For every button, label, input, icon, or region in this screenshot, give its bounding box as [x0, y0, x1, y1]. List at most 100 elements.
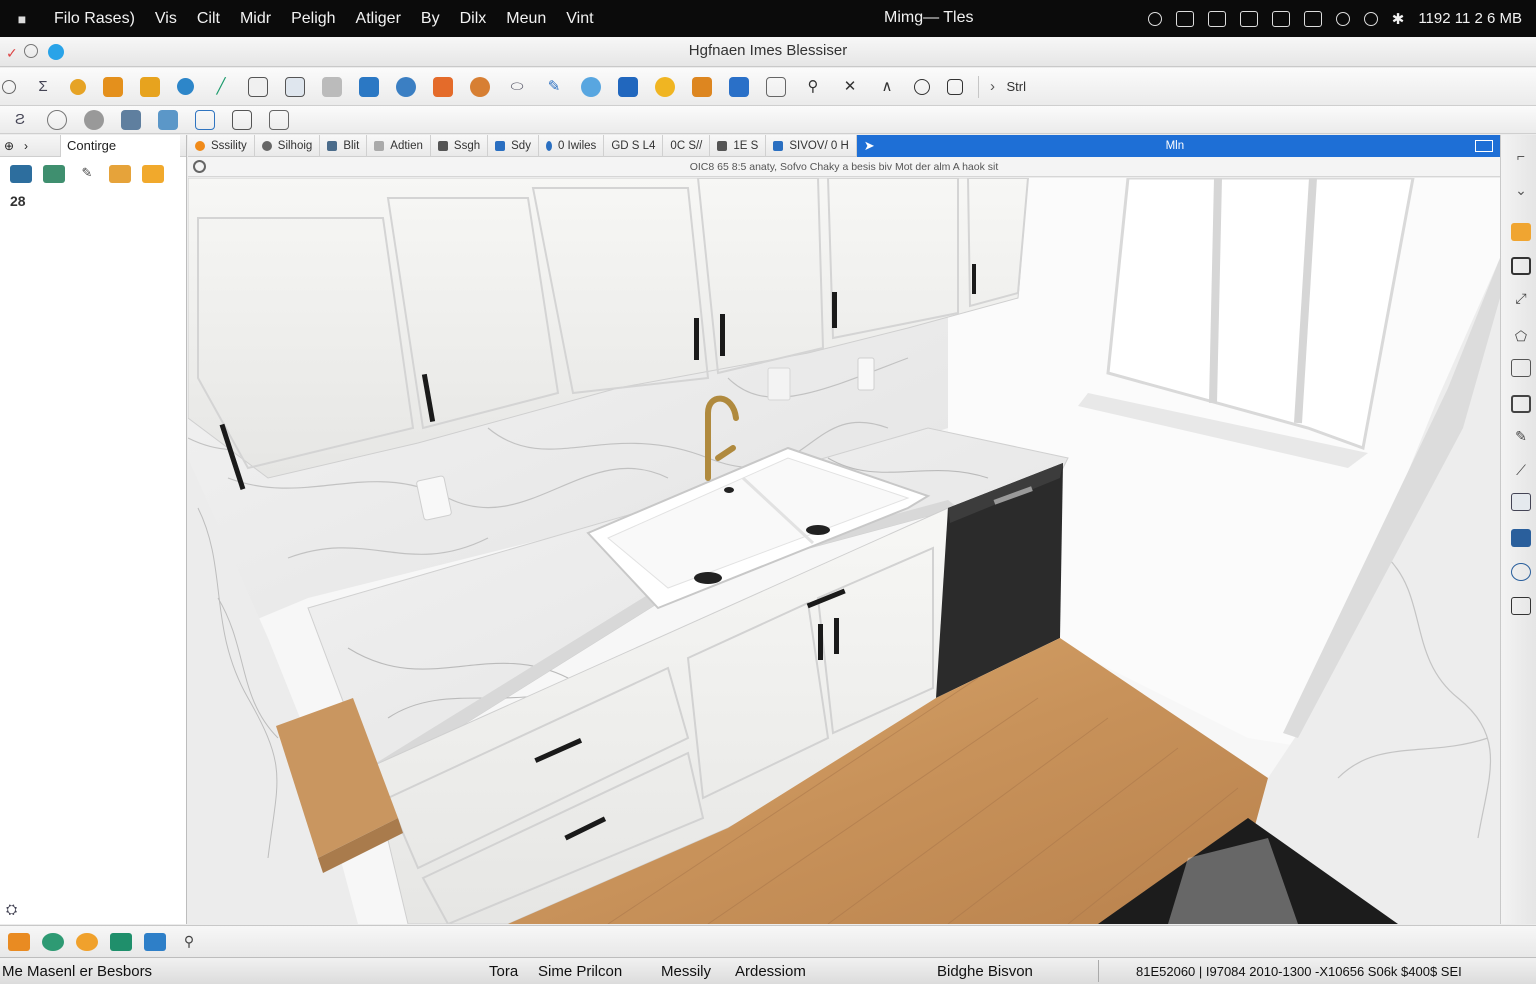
- brush-icon[interactable]: ✎: [76, 165, 98, 183]
- resize-icon[interactable]: ⤢: [1511, 289, 1531, 307]
- grid-tool-icon[interactable]: [1511, 359, 1531, 377]
- rectangle-tool-icon[interactable]: [947, 78, 963, 95]
- document-icon[interactable]: [1239, 10, 1258, 27]
- view-tab-1[interactable]: Sssility: [188, 134, 255, 157]
- window-tool-icon[interactable]: [396, 76, 416, 97]
- keyboard-icon[interactable]: [1511, 529, 1531, 547]
- roof-tool-icon[interactable]: [1511, 223, 1531, 241]
- view-icon[interactable]: [618, 76, 638, 97]
- toolbar-label[interactable]: Strl: [1007, 79, 1027, 94]
- view-tab-10[interactable]: 1E S: [710, 134, 767, 157]
- stair-icon[interactable]: [433, 76, 453, 97]
- panel-settings-icon[interactable]: ⛭: [6, 901, 17, 918]
- save-icon[interactable]: [110, 932, 132, 951]
- pencil-icon[interactable]: ╱: [211, 77, 231, 97]
- circle-tool-icon[interactable]: [914, 78, 930, 95]
- furniture-icon[interactable]: [43, 165, 65, 183]
- mode-icon[interactable]: Ƨ: [10, 110, 30, 130]
- menu-view[interactable]: Vis: [145, 10, 187, 28]
- view-tab-7[interactable]: 0 Iwiles: [539, 134, 605, 157]
- collapse-icon[interactable]: ⌐: [1511, 147, 1531, 165]
- drive-icon[interactable]: [1175, 10, 1194, 27]
- crop-icon[interactable]: [232, 109, 252, 130]
- chevron-icon[interactable]: ›: [987, 77, 999, 97]
- photo-icon[interactable]: [269, 109, 289, 130]
- crop-tool-icon[interactable]: ⟋: [1511, 461, 1531, 479]
- pin-icon[interactable]: ⚲: [803, 77, 823, 97]
- folder-open-icon[interactable]: [142, 165, 164, 183]
- chevron-down-icon[interactable]: ⌄: [1511, 181, 1531, 199]
- menu-menu[interactable]: Meun: [496, 10, 556, 28]
- material-icon[interactable]: [109, 165, 131, 183]
- chevron-right-icon[interactable]: ›: [24, 139, 40, 153]
- menu-by[interactable]: By: [411, 10, 450, 28]
- roof-icon[interactable]: ∧: [877, 77, 897, 97]
- plant-icon[interactable]: [42, 932, 64, 951]
- menu-window[interactable]: Vint: [556, 10, 603, 28]
- orbit-icon[interactable]: [2, 79, 16, 94]
- tape-icon[interactable]: ✎: [544, 77, 564, 97]
- light-icon[interactable]: [655, 76, 675, 97]
- view-tab-2[interactable]: Silhoig: [255, 134, 321, 157]
- sheet-icon[interactable]: [766, 76, 786, 97]
- 3d-viewport[interactable]: [188, 178, 1500, 924]
- panel-icon[interactable]: [1511, 395, 1531, 413]
- menu-arrange[interactable]: Atliger: [346, 10, 411, 28]
- render-icon[interactable]: [581, 76, 601, 97]
- select-icon[interactable]: Ʃ: [33, 77, 53, 97]
- box-icon[interactable]: [103, 76, 123, 97]
- camera-icon[interactable]: [470, 76, 490, 97]
- folder-icon[interactable]: [140, 76, 160, 97]
- globe-icon[interactable]: [177, 78, 194, 95]
- view-tab-9[interactable]: 0C S//: [663, 134, 711, 157]
- view-tab-8[interactable]: GD S L4: [604, 134, 664, 157]
- table-icon[interactable]: [285, 76, 305, 97]
- small-panel-icon[interactable]: [1511, 597, 1531, 615]
- left-panel-small-label[interactable]: 28: [10, 193, 26, 209]
- search-icon[interactable]: [1147, 11, 1162, 26]
- camera-tool-icon[interactable]: [1511, 563, 1531, 581]
- left-panel-tab[interactable]: Contirge: [60, 134, 180, 157]
- view-tab-5[interactable]: Ssgh: [431, 134, 489, 157]
- menu-model[interactable]: Midr: [230, 10, 281, 28]
- tag-tool-icon[interactable]: ⬠: [1511, 327, 1531, 345]
- person-icon[interactable]: [8, 932, 30, 951]
- spotlight-icon[interactable]: [1363, 11, 1378, 26]
- apple-icon[interactable]: ■: [0, 11, 44, 27]
- library-icon[interactable]: [692, 76, 712, 97]
- catalog-icon[interactable]: [10, 165, 32, 183]
- gear-icon[interactable]: ⊕: [4, 139, 20, 153]
- undo-icon[interactable]: [47, 109, 67, 130]
- view-tab-11[interactable]: SIVOV/ 0 H: [766, 134, 857, 157]
- menu-file[interactable]: Filo Rases): [44, 10, 145, 28]
- display-icon[interactable]: [1303, 10, 1322, 27]
- tag-icon[interactable]: ⬭: [507, 77, 527, 97]
- bluetooth-icon[interactable]: ✱: [1392, 10, 1405, 28]
- view-tab-4[interactable]: Adtien: [367, 134, 431, 157]
- sun-icon[interactable]: [76, 932, 98, 951]
- grid-icon[interactable]: [248, 76, 268, 97]
- window-icon[interactable]: [1271, 10, 1290, 27]
- view-tab-active[interactable]: ➤ Mln: [856, 134, 1500, 157]
- export-icon[interactable]: [144, 932, 166, 951]
- paint-icon[interactable]: [70, 78, 86, 95]
- view-tab-3[interactable]: Blit: [320, 134, 368, 157]
- frame-icon[interactable]: [1511, 257, 1531, 275]
- page-icon[interactable]: [195, 109, 215, 130]
- layers-icon[interactable]: [158, 109, 178, 130]
- location-icon[interactable]: [1335, 11, 1350, 26]
- menu-draw[interactable]: Dilx: [450, 10, 497, 28]
- wall-icon[interactable]: [322, 76, 342, 97]
- plan-icon[interactable]: [729, 76, 749, 97]
- door-icon[interactable]: [359, 76, 379, 97]
- table-tool-icon[interactable]: [1511, 493, 1531, 511]
- close-icon[interactable]: ✕: [840, 77, 860, 97]
- image-icon[interactable]: [121, 109, 141, 130]
- menu-edit[interactable]: Cilt: [187, 10, 230, 28]
- zoom-icon[interactable]: ⚲: [178, 933, 200, 951]
- screen-icon[interactable]: [1207, 10, 1226, 27]
- pencil-tool-icon[interactable]: ✎: [1511, 427, 1531, 445]
- menu-project[interactable]: Peligh: [281, 10, 345, 28]
- view-tab-6[interactable]: Sdy: [488, 134, 539, 157]
- sphere-icon[interactable]: [84, 109, 104, 130]
